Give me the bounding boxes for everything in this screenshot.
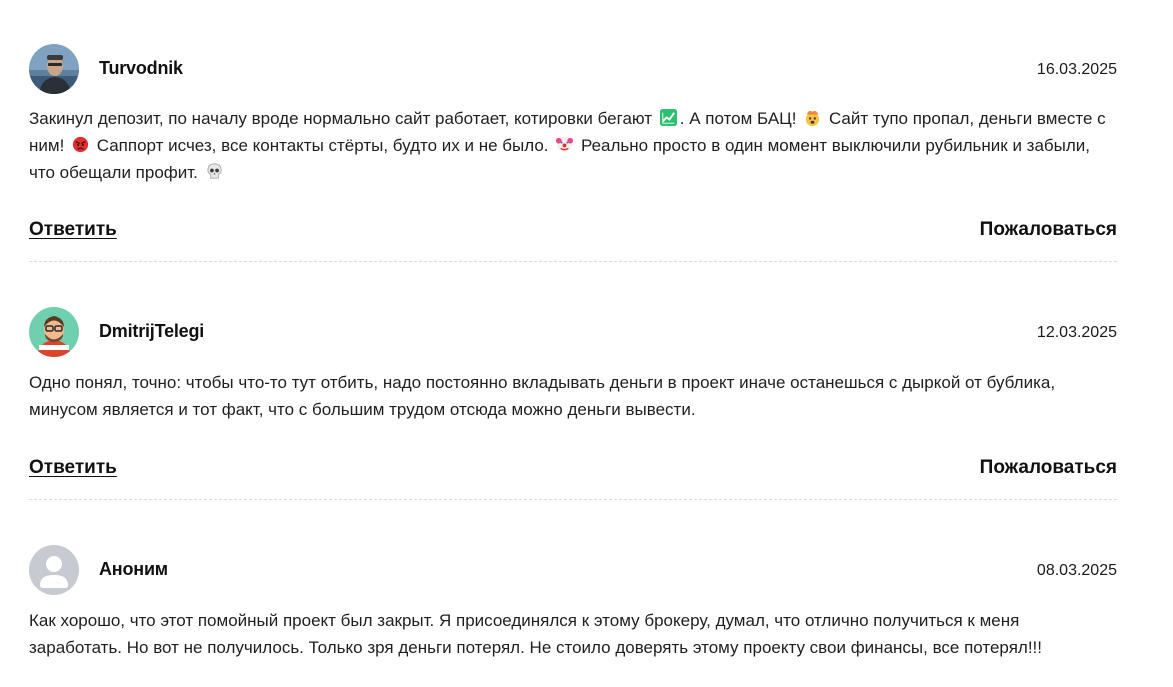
photo-avatar-icon [29, 44, 79, 94]
report-link[interactable]: Пожаловаться [980, 219, 1117, 241]
comment-text-part: Саппорт исчез, все контакты стёрты, будт… [92, 136, 549, 155]
avatar[interactable] [29, 44, 79, 94]
comment-date: 12.03.2025 [1036, 324, 1117, 341]
clown-face-icon [556, 136, 574, 153]
comment-date: 08.03.2025 [1036, 562, 1117, 579]
author-name: Аноним [99, 559, 168, 579]
author-name: Turvodnik [99, 58, 183, 78]
exploding-head-icon [806, 110, 820, 127]
chart-increasing-emoji-icon [659, 108, 677, 127]
author-name: DmitrijTelegi [99, 321, 205, 341]
angry-face-icon [72, 136, 89, 153]
reply-link[interactable]: Ответить [29, 457, 117, 479]
comments-list: Turvodnik 16.03.2025 Закинул депозит, по… [29, 0, 1117, 687]
comment-text-part: Закинул депозит, по началу вроде нормаль… [29, 109, 653, 128]
comment-text-part: . А потом БАЦ! [679, 109, 797, 128]
comment-item: DmitrijTelegi 12.03.2025 Одно понял, точ… [29, 262, 1117, 500]
comment-date: 16.03.2025 [1036, 61, 1117, 78]
report-link[interactable]: Пожаловаться [980, 457, 1117, 479]
cartoon-avatar-icon [29, 307, 79, 357]
comment-text: Одно понял, точно: чтобы что-то тут отби… [29, 373, 1056, 419]
comment-text: Закинул депозит, по началу вроде нормаль… [29, 105, 1117, 186]
reply-link[interactable]: Ответить [29, 219, 117, 241]
comment-item: Аноним 08.03.2025 Как хорошо, что этот п… [29, 500, 1117, 687]
skull-icon [207, 163, 222, 179]
default-user-icon [29, 545, 79, 595]
avatar[interactable] [29, 307, 79, 357]
avatar[interactable] [29, 545, 79, 595]
comment-text: Как хорошо, что этот помойный проект был… [29, 611, 1042, 657]
comment-item: Turvodnik 16.03.2025 Закинул депозит, по… [29, 0, 1117, 262]
